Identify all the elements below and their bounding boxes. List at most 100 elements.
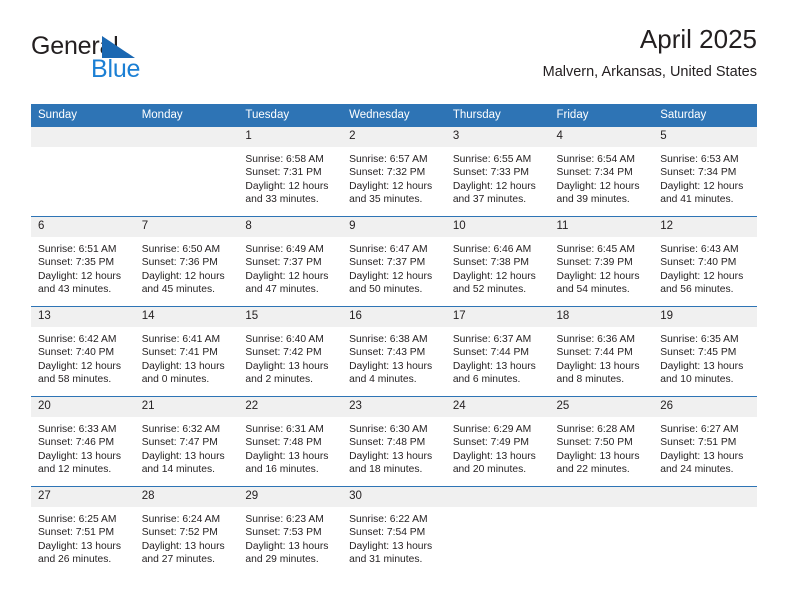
calendar-page: General Blue April 2025 Malvern, Arkansa… xyxy=(0,0,792,612)
day-number: 29 xyxy=(238,487,343,507)
weekday-header-sunday: Sunday xyxy=(31,104,135,127)
weekday-header-friday: Friday xyxy=(549,104,654,127)
calendar-day-cell[interactable]: 13 Sunrise: 6:42 AM Sunset: 7:40 PM Dayligh… xyxy=(31,307,135,397)
calendar-day-cell[interactable]: 3 Sunrise: 6:55 AM Sunset: 7:33 PM Daylight… xyxy=(445,127,550,217)
daylight-text: Daylight: 12 hours and 54 minutes. xyxy=(556,270,640,295)
day-details: Sunrise: 6:58 AM Sunset: 7:31 PM Daylight:… xyxy=(238,147,342,206)
calendar-day-cell[interactable]: 28 Sunrise: 6:24 AM Sunset: 7:52 PM Dayligh… xyxy=(134,487,239,577)
sunrise-text: Sunrise: 6:38 AM xyxy=(349,334,428,345)
calendar-day-cell[interactable]: 16 Sunrise: 6:38 AM Sunset: 7:43 PM Dayligh… xyxy=(342,307,446,397)
daylight-text: Daylight: 13 hours and 10 minutes. xyxy=(660,360,744,385)
day-number xyxy=(445,487,550,507)
calendar-day-cell[interactable]: 20 Sunrise: 6:33 AM Sunset: 7:46 PM Dayligh… xyxy=(31,397,135,487)
weekday-header-tuesday: Tuesday xyxy=(238,104,343,127)
calendar-day-cell[interactable]: 11 Sunrise: 6:45 AM Sunset: 7:39 PM Dayligh… xyxy=(549,217,654,307)
sunrise-text: Sunrise: 6:54 AM xyxy=(556,154,635,165)
day-number: 16 xyxy=(342,307,446,327)
calendar-day-cell[interactable]: 2 Sunrise: 6:57 AM Sunset: 7:32 PM Daylight… xyxy=(342,127,446,217)
calendar-day-cell[interactable]: 8 Sunrise: 6:49 AM Sunset: 7:37 PM Daylight… xyxy=(238,217,343,307)
calendar-day-cell-empty xyxy=(549,487,654,577)
calendar-day-cell[interactable]: 22 Sunrise: 6:31 AM Sunset: 7:48 PM Dayligh… xyxy=(238,397,343,487)
day-number: 26 xyxy=(653,397,757,417)
day-number xyxy=(31,127,135,147)
calendar-day-cell[interactable]: 15 Sunrise: 6:40 AM Sunset: 7:42 PM Dayligh… xyxy=(238,307,343,397)
day-number: 9 xyxy=(342,217,446,237)
day-details: Sunrise: 6:29 AM Sunset: 7:49 PM Daylight:… xyxy=(446,417,550,476)
daylight-text: Daylight: 13 hours and 0 minutes. xyxy=(141,360,225,385)
weekday-header-monday: Monday xyxy=(134,104,239,127)
sunset-text: Sunset: 7:39 PM xyxy=(556,257,633,269)
daylight-text: Daylight: 13 hours and 8 minutes. xyxy=(556,360,640,385)
day-number: 1 xyxy=(238,127,343,147)
page-header: General Blue April 2025 Malvern, Arkansa… xyxy=(31,22,757,96)
daylight-text: Daylight: 12 hours and 52 minutes. xyxy=(452,270,536,295)
calendar-day-cell-empty xyxy=(653,487,757,577)
weekday-header-thursday: Thursday xyxy=(445,104,550,127)
calendar-day-cell[interactable]: 17 Sunrise: 6:37 AM Sunset: 7:44 PM Dayligh… xyxy=(445,307,550,397)
calendar-week-row: 27 Sunrise: 6:25 AM Sunset: 7:51 PM Dayligh… xyxy=(31,486,757,577)
sunset-text: Sunset: 7:49 PM xyxy=(452,437,529,449)
daylight-text: Daylight: 12 hours and 37 minutes. xyxy=(452,180,536,205)
calendar-day-cell[interactable]: 25 Sunrise: 6:28 AM Sunset: 7:50 PM Dayligh… xyxy=(549,397,654,487)
calendar-day-cell[interactable]: 26 Sunrise: 6:27 AM Sunset: 7:51 PM Dayligh… xyxy=(653,397,757,487)
sunrise-text: Sunrise: 6:43 AM xyxy=(660,244,739,255)
sunset-text: Sunset: 7:51 PM xyxy=(660,437,737,449)
calendar-day-cell[interactable]: 4 Sunrise: 6:54 AM Sunset: 7:34 PM Daylight… xyxy=(549,127,654,217)
calendar-day-cell[interactable]: 10 Sunrise: 6:46 AM Sunset: 7:38 PM Dayligh… xyxy=(445,217,550,307)
daylight-text: Daylight: 12 hours and 39 minutes. xyxy=(556,180,640,205)
calendar-day-cell[interactable]: 21 Sunrise: 6:32 AM Sunset: 7:47 PM Dayligh… xyxy=(134,397,239,487)
day-details: Sunrise: 6:23 AM Sunset: 7:53 PM Daylight:… xyxy=(238,507,342,566)
day-number: 27 xyxy=(31,487,135,507)
calendar-day-cell[interactable]: 19 Sunrise: 6:35 AM Sunset: 7:45 PM Dayligh… xyxy=(653,307,757,397)
calendar-day-cell[interactable]: 12 Sunrise: 6:43 AM Sunset: 7:40 PM Dayligh… xyxy=(653,217,757,307)
general-blue-logo[interactable]: General Blue xyxy=(31,32,231,90)
calendar-day-cell[interactable]: 23 Sunrise: 6:30 AM Sunset: 7:48 PM Dayligh… xyxy=(342,397,446,487)
day-details: Sunrise: 6:35 AM Sunset: 7:45 PM Daylight:… xyxy=(653,327,757,386)
calendar-day-cell[interactable]: 14 Sunrise: 6:41 AM Sunset: 7:41 PM Dayligh… xyxy=(134,307,239,397)
daylight-text: Daylight: 13 hours and 20 minutes. xyxy=(452,450,536,475)
day-number: 6 xyxy=(31,217,135,237)
sunrise-text: Sunrise: 6:24 AM xyxy=(141,514,221,525)
sunset-text: Sunset: 7:40 PM xyxy=(660,257,737,269)
sunrise-text: Sunrise: 6:58 AM xyxy=(245,154,324,165)
calendar-day-cell[interactable]: 30 Sunrise: 6:22 AM Sunset: 7:54 PM Dayligh… xyxy=(342,487,446,577)
calendar-day-cell[interactable]: 1 Sunrise: 6:58 AM Sunset: 7:31 PM Daylight… xyxy=(238,127,343,217)
sunrise-text: Sunrise: 6:46 AM xyxy=(452,244,532,255)
calendar-day-cell[interactable]: 7 Sunrise: 6:50 AM Sunset: 7:36 PM Daylight… xyxy=(134,217,239,307)
daylight-text: Daylight: 13 hours and 31 minutes. xyxy=(349,540,433,565)
calendar-week-row: 13 Sunrise: 6:42 AM Sunset: 7:40 PM Dayligh… xyxy=(31,306,757,397)
sunrise-text: Sunrise: 6:50 AM xyxy=(141,244,221,255)
calendar-day-cell[interactable]: 9 Sunrise: 6:47 AM Sunset: 7:37 PM Daylight… xyxy=(342,217,446,307)
day-details: Sunrise: 6:43 AM Sunset: 7:40 PM Daylight:… xyxy=(653,237,757,296)
calendar-day-cell[interactable]: 5 Sunrise: 6:53 AM Sunset: 7:34 PM Daylight… xyxy=(653,127,757,217)
day-number: 23 xyxy=(342,397,446,417)
calendar-day-cell[interactable]: 6 Sunrise: 6:51 AM Sunset: 7:35 PM Daylight… xyxy=(31,217,135,307)
calendar-day-cell[interactable]: 29 Sunrise: 6:23 AM Sunset: 7:53 PM Dayligh… xyxy=(238,487,343,577)
calendar-day-cell[interactable]: 27 Sunrise: 6:25 AM Sunset: 7:51 PM Dayligh… xyxy=(31,487,135,577)
day-details: Sunrise: 6:27 AM Sunset: 7:51 PM Daylight:… xyxy=(653,417,757,476)
daylight-text: Daylight: 13 hours and 16 minutes. xyxy=(245,450,329,475)
sunrise-text: Sunrise: 6:51 AM xyxy=(38,244,117,255)
page-subtitle: Malvern, Arkansas, United States xyxy=(542,64,757,80)
sunset-text: Sunset: 7:44 PM xyxy=(556,347,633,359)
daylight-text: Daylight: 12 hours and 56 minutes. xyxy=(660,270,744,295)
sunrise-text: Sunrise: 6:57 AM xyxy=(349,154,428,165)
calendar-week-row: 6 Sunrise: 6:51 AM Sunset: 7:35 PM Daylight… xyxy=(31,216,757,307)
day-details: Sunrise: 6:47 AM Sunset: 7:37 PM Daylight:… xyxy=(342,237,446,296)
daylight-text: Daylight: 12 hours and 35 minutes. xyxy=(349,180,433,205)
sunrise-text: Sunrise: 6:30 AM xyxy=(349,424,428,435)
day-details: Sunrise: 6:50 AM Sunset: 7:36 PM Daylight:… xyxy=(135,237,239,296)
daylight-text: Daylight: 12 hours and 58 minutes. xyxy=(38,360,121,385)
sunset-text: Sunset: 7:38 PM xyxy=(452,257,529,269)
day-number: 5 xyxy=(653,127,757,147)
day-number: 15 xyxy=(238,307,343,327)
calendar-header-row: Sunday Monday Tuesday Wednesday Thursday… xyxy=(31,104,757,127)
calendar-day-cell-empty xyxy=(445,487,550,577)
calendar-day-cell-empty xyxy=(134,127,239,217)
calendar-day-cell[interactable]: 18 Sunrise: 6:36 AM Sunset: 7:44 PM Dayligh… xyxy=(549,307,654,397)
day-details: Sunrise: 6:22 AM Sunset: 7:54 PM Daylight:… xyxy=(342,507,446,566)
daylight-text: Daylight: 13 hours and 26 minutes. xyxy=(38,540,121,565)
calendar-day-cell[interactable]: 24 Sunrise: 6:29 AM Sunset: 7:49 PM Dayligh… xyxy=(445,397,550,487)
day-number xyxy=(653,487,757,507)
sunset-text: Sunset: 7:36 PM xyxy=(141,257,218,269)
